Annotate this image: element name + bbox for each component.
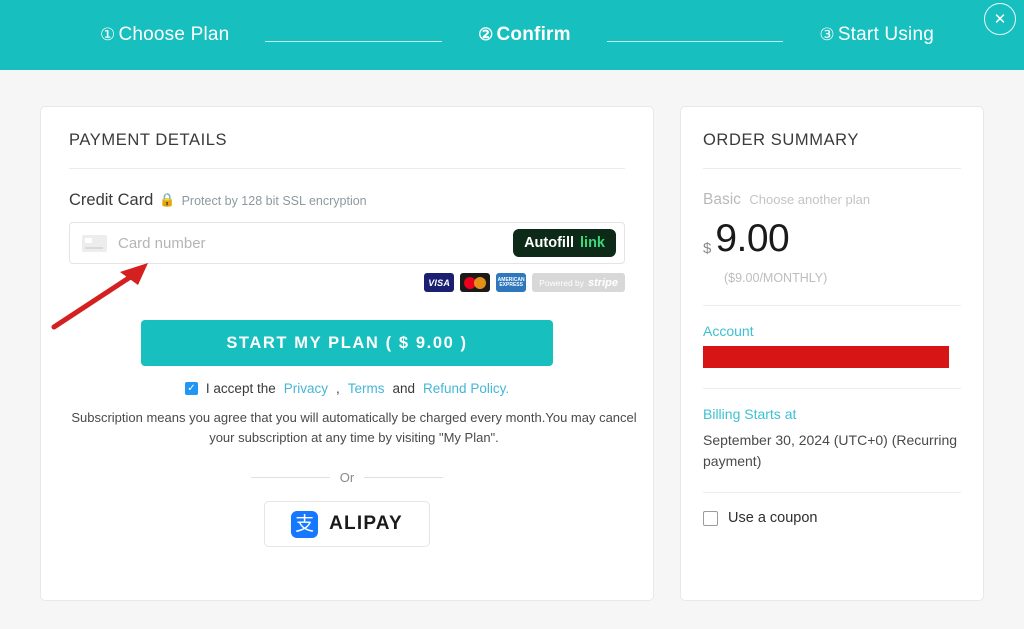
choose-another-plan-link[interactable]: Choose another plan (749, 192, 870, 207)
price-currency: $ (703, 240, 712, 257)
alipay-label: ALIPAY (329, 513, 403, 535)
step-divider-1 (265, 40, 443, 42)
accepted-card-brands: VISA AMERICAN EXPRESS Powered by stripe (69, 273, 625, 292)
amex-icon: AMERICAN EXPRESS (496, 273, 527, 292)
use-coupon-row[interactable]: Use a coupon (703, 510, 961, 526)
accept-and: and (392, 381, 416, 396)
terms-link[interactable]: Terms (348, 381, 385, 396)
account-label: Account (703, 323, 754, 339)
or-divider: Or (251, 470, 444, 486)
credit-card-label: Credit Card (69, 191, 154, 209)
summary-divider-1 (703, 305, 961, 306)
alipay-button[interactable]: 支 ALIPAY (264, 501, 430, 548)
summary-divider-3 (703, 492, 961, 493)
accept-comma: , (335, 381, 340, 396)
accept-prefix: I accept the (205, 381, 276, 396)
step-3-number: ③ (819, 25, 835, 44)
payment-details-panel: PAYMENT DETAILS Credit Card 🔒 Protect by… (40, 106, 654, 601)
start-my-plan-button[interactable]: START MY PLAN ( $ 9.00 ) (141, 320, 553, 366)
step-3-label: Start Using (837, 24, 934, 45)
lock-icon: 🔒 (159, 192, 176, 207)
billing-starts-value: September 30, 2024 (UTC+0) (Recurring pa… (703, 432, 958, 469)
stripe-prefix: Powered by (539, 277, 585, 288)
price-amount: 9.00 (715, 217, 790, 260)
card-number-placeholder: Card number (118, 234, 206, 252)
subscription-note: Subscription means you agree that you wi… (71, 410, 637, 446)
order-summary-panel: ORDER SUMMARY Basic Choose another plan … (680, 106, 984, 601)
checkout-body: PAYMENT DETAILS Credit Card 🔒 Protect by… (0, 70, 1024, 601)
order-summary-title: ORDER SUMMARY (703, 131, 961, 169)
step-start-using[interactable]: ③ Start Using (819, 24, 934, 46)
credit-card-icon (82, 234, 107, 252)
or-line-left (251, 477, 330, 479)
use-coupon-checkbox[interactable] (703, 510, 718, 526)
plan-row: Basic Choose another plan (703, 191, 961, 209)
autofill-label: Autofill (524, 235, 575, 251)
summary-divider-2 (703, 388, 961, 389)
autofill-link-button[interactable]: Autofill link (513, 229, 616, 257)
step-1-number: ① (100, 25, 116, 44)
or-label: Or (339, 470, 355, 486)
visa-icon: VISA (424, 273, 455, 292)
stripe-wordmark: stripe (588, 276, 618, 289)
accept-terms-row: ✓ I accept the Privacy , Terms and Refun… (69, 381, 625, 396)
step-1-label: Choose Plan (118, 24, 230, 45)
step-confirm[interactable]: ② Confirm (478, 24, 571, 46)
refund-policy-link[interactable]: Refund Policy. (423, 381, 509, 396)
price-row: $ 9.00 (703, 219, 961, 258)
plan-name: Basic (703, 191, 741, 208)
price-period: ($9.00/MONTHLY) (724, 271, 828, 285)
card-number-field[interactable]: Card number Autofill link (69, 222, 625, 264)
account-value-redacted (703, 346, 949, 368)
ssl-note: Protect by 128 bit SSL encryption (181, 194, 367, 208)
step-divider-2 (606, 40, 784, 42)
step-2-number: ② (478, 25, 494, 44)
close-icon[interactable]: ✕ (984, 3, 1016, 35)
billing-starts-label: Billing Starts at (703, 406, 797, 422)
stripe-badge: Powered by stripe (532, 273, 625, 292)
alipay-icon: 支 (291, 510, 319, 538)
or-line-right (364, 477, 444, 479)
privacy-link[interactable]: Privacy (284, 381, 328, 396)
payment-details-title: PAYMENT DETAILS (69, 131, 625, 169)
checkout-header: ① Choose Plan ② Confirm ③ Start Using ✕ (0, 0, 1024, 70)
use-coupon-label: Use a coupon (728, 510, 818, 526)
autofill-link-word: link (580, 235, 605, 251)
step-2-label: Confirm (496, 24, 571, 45)
mastercard-icon (460, 273, 491, 292)
credit-card-label-row: Credit Card 🔒 Protect by 128 bit SSL enc… (69, 191, 625, 210)
step-choose-plan[interactable]: ① Choose Plan (100, 24, 229, 46)
accept-terms-checkbox[interactable]: ✓ (184, 382, 198, 395)
step-indicator: ① Choose Plan ② Confirm ③ Start Using (0, 24, 1024, 46)
